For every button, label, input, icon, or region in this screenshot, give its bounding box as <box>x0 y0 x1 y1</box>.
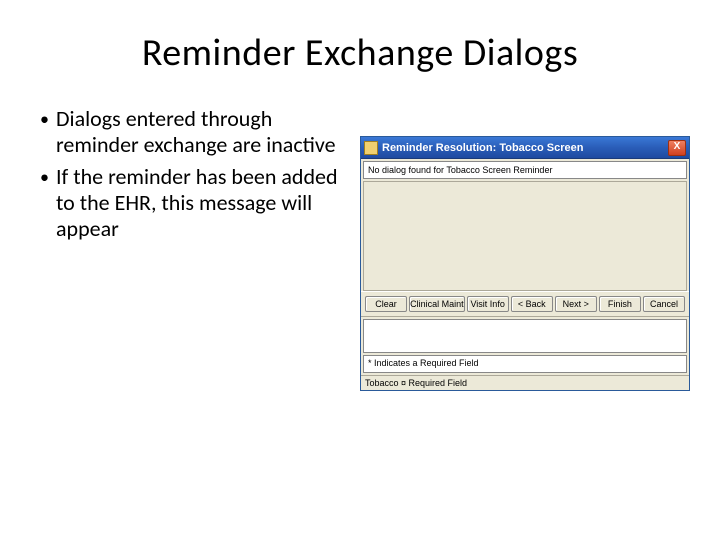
bullet-dot-icon: • <box>40 106 56 158</box>
back-button[interactable]: < Back <box>511 296 553 312</box>
bullet-item: • If the reminder has been added to the … <box>40 164 350 242</box>
dialog-app-icon <box>364 141 378 155</box>
required-field-note: * Indicates a Required Field <box>363 355 687 373</box>
close-button[interactable]: X <box>668 140 686 156</box>
bullet-dot-icon: • <box>40 164 56 242</box>
bullet-item: • Dialogs entered through reminder excha… <box>40 106 350 158</box>
cancel-button[interactable]: Cancel <box>643 296 685 312</box>
bullet-text: If the reminder has been added to the EH… <box>56 164 350 242</box>
dialog-titlebar[interactable]: Reminder Resolution: Tobacco Screen X <box>361 137 689 159</box>
bullet-text: Dialogs entered through reminder exchang… <box>56 106 350 158</box>
clinical-maint-button[interactable]: Clinical Maint <box>409 296 465 312</box>
bullet-list: • Dialogs entered through reminder excha… <box>40 106 360 391</box>
dialog-lower-panel <box>363 319 687 353</box>
dialog-button-row: Clear Clinical Maint Visit Info < Back N… <box>361 291 689 317</box>
slide-title: Reminder Exchange Dialogs <box>40 30 680 76</box>
dialog-window: Reminder Resolution: Tobacco Screen X No… <box>360 136 690 391</box>
clear-button[interactable]: Clear <box>365 296 407 312</box>
finish-button[interactable]: Finish <box>599 296 641 312</box>
dialog-message: No dialog found for Tobacco Screen Remin… <box>363 161 687 179</box>
dialog-title-text: Reminder Resolution: Tobacco Screen <box>382 142 668 154</box>
next-button[interactable]: Next > <box>555 296 597 312</box>
visit-info-button[interactable]: Visit Info <box>467 296 509 312</box>
dialog-content-panel <box>363 181 687 291</box>
dialog-status-bar: Tobacco ¤ Required Field <box>361 375 689 390</box>
